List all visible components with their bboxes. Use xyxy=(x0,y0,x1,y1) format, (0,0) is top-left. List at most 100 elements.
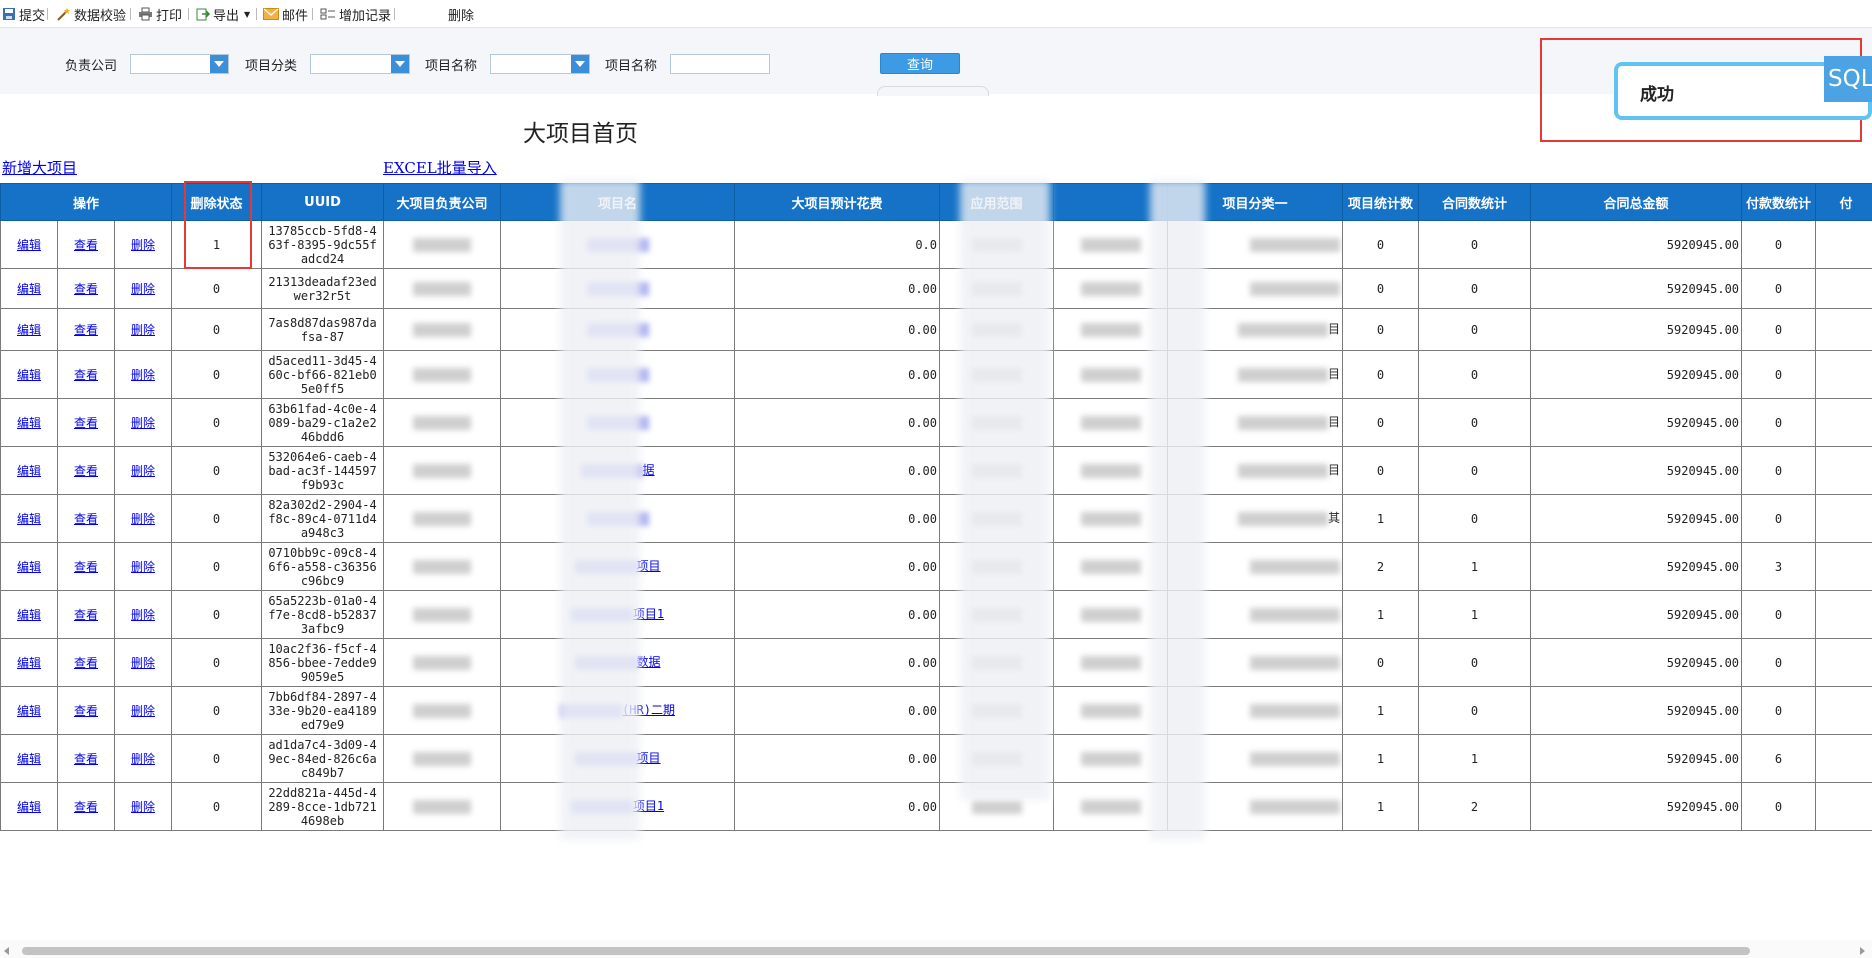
horizontal-scrollbar[interactable] xyxy=(0,940,1872,958)
redacted-text xyxy=(1250,559,1341,574)
delete-link[interactable]: 删除 xyxy=(131,282,155,296)
payment-count-cell: 0 xyxy=(1741,638,1817,687)
company-cell xyxy=(383,590,502,639)
delete-link[interactable]: 删除 xyxy=(131,656,155,670)
company-cell xyxy=(383,542,502,591)
sql-badge[interactable]: SQL xyxy=(1824,56,1872,102)
edit-link[interactable]: 编辑 xyxy=(17,752,41,766)
edit-link[interactable]: 编辑 xyxy=(17,238,41,252)
scroll-right-icon[interactable] xyxy=(1860,947,1865,955)
view-link[interactable]: 查看 xyxy=(74,368,98,382)
edit-link[interactable]: 编辑 xyxy=(17,608,41,622)
view-link[interactable]: 查看 xyxy=(74,656,98,670)
edit-link[interactable]: 编辑 xyxy=(17,323,41,337)
excel-import-link[interactable]: EXCEL批量导入 xyxy=(383,157,497,178)
redacted-text xyxy=(1080,281,1141,296)
col-company[interactable]: 大项目负责公司 xyxy=(383,183,502,221)
view-link[interactable]: 查看 xyxy=(74,464,98,478)
delete-link[interactable]: 删除 xyxy=(131,800,155,814)
company-cell xyxy=(383,782,502,831)
view-link[interactable]: 查看 xyxy=(74,238,98,252)
save-icon xyxy=(3,8,15,20)
col-estimated-cost[interactable]: 大项目预计花费 xyxy=(734,183,941,221)
project-name-tail: 数据 xyxy=(636,655,661,670)
delete-link[interactable]: 删除 xyxy=(131,608,155,622)
estimated-cost-cell: 0.00 xyxy=(734,638,941,687)
delete-button[interactable]: 删除 xyxy=(448,5,474,24)
edit-link[interactable]: 编辑 xyxy=(17,368,41,382)
edit-link[interactable]: 编辑 xyxy=(17,704,41,718)
delete-link[interactable]: 删除 xyxy=(131,416,155,430)
add-record-button[interactable]: 增加记录 xyxy=(320,5,391,24)
payment-count-cell: 0 xyxy=(1741,398,1817,447)
edit-link[interactable]: 编辑 xyxy=(17,512,41,526)
col-actions[interactable]: 操作 xyxy=(0,183,173,221)
edit-link[interactable]: 编辑 xyxy=(17,416,41,430)
delete-link[interactable]: 删除 xyxy=(131,704,155,718)
edit-cell: 编辑 xyxy=(0,398,58,447)
view-link[interactable]: 查看 xyxy=(74,800,98,814)
chevron-down-icon[interactable] xyxy=(391,55,409,73)
edit-link[interactable]: 编辑 xyxy=(17,800,41,814)
view-cell: 查看 xyxy=(57,446,115,495)
print-button[interactable]: 打印 xyxy=(138,5,182,24)
blur-overlay xyxy=(560,180,640,840)
view-link[interactable]: 查看 xyxy=(74,416,98,430)
project-name-tail: 项目 xyxy=(636,751,661,766)
estimated-cost-cell: 0.00 xyxy=(734,308,941,351)
company-select[interactable] xyxy=(130,54,229,74)
view-link[interactable]: 查看 xyxy=(74,608,98,622)
col-contract-amount[interactable]: 合同总金额 xyxy=(1530,183,1743,221)
view-link[interactable]: 查看 xyxy=(74,560,98,574)
scrollbar-thumb[interactable] xyxy=(22,947,1750,955)
edit-link[interactable]: 编辑 xyxy=(17,464,41,478)
col-project-count[interactable]: 项目统计数 xyxy=(1342,183,1420,221)
col-payment-count[interactable]: 付款数统计 xyxy=(1741,183,1817,221)
add-project-link[interactable]: 新增大项目 xyxy=(2,157,77,178)
edit-link[interactable]: 编辑 xyxy=(17,656,41,670)
submit-button[interactable]: 提交 xyxy=(2,5,45,24)
delete-cell: 删除 xyxy=(113,494,173,543)
category-select[interactable] xyxy=(310,54,410,74)
delete-link[interactable]: 删除 xyxy=(131,560,155,574)
query-button[interactable]: 查询 xyxy=(880,53,960,74)
redacted-text xyxy=(413,322,472,337)
delete-status-cell: 0 xyxy=(171,542,263,591)
chevron-down-icon[interactable] xyxy=(210,55,228,73)
export-button[interactable]: 导出 ▼ xyxy=(196,5,250,24)
view-cell: 查看 xyxy=(57,686,115,735)
delete-status-cell: 0 xyxy=(171,398,263,447)
contract-amount-cell: 5920945.00 xyxy=(1530,638,1743,687)
col-payment-partial[interactable]: 付 xyxy=(1815,183,1872,221)
col-uuid[interactable]: UUID xyxy=(261,183,385,221)
mail-button[interactable]: 邮件 xyxy=(263,5,308,24)
estimated-cost-cell: 0.00 xyxy=(734,350,941,399)
delete-link[interactable]: 删除 xyxy=(131,238,155,252)
project-count-cell: 0 xyxy=(1342,220,1420,269)
edit-link[interactable]: 编辑 xyxy=(17,560,41,574)
chevron-down-icon[interactable] xyxy=(571,55,589,73)
project-name-input[interactable] xyxy=(670,54,770,74)
delete-link[interactable]: 删除 xyxy=(131,368,155,382)
view-link[interactable]: 查看 xyxy=(74,323,98,337)
blur-overlay xyxy=(960,180,1050,800)
collapse-handle[interactable] xyxy=(877,86,989,96)
payment-count-cell: 0 xyxy=(1741,350,1817,399)
redacted-text xyxy=(1080,415,1141,430)
scroll-left-icon[interactable] xyxy=(4,947,9,955)
edit-cell: 编辑 xyxy=(0,734,58,783)
delete-link[interactable]: 删除 xyxy=(131,752,155,766)
delete-link[interactable]: 删除 xyxy=(131,512,155,526)
validate-button[interactable]: 数据校验 xyxy=(56,5,126,24)
col-contract-count[interactable]: 合同数统计 xyxy=(1418,183,1532,221)
project-name-select[interactable] xyxy=(490,54,590,74)
delete-link[interactable]: 删除 xyxy=(131,464,155,478)
view-link[interactable]: 查看 xyxy=(74,512,98,526)
view-link[interactable]: 查看 xyxy=(74,704,98,718)
project-name-label-2: 项目名称 xyxy=(605,59,658,74)
view-link[interactable]: 查看 xyxy=(74,752,98,766)
wand-icon xyxy=(57,8,70,21)
edit-link[interactable]: 编辑 xyxy=(17,282,41,296)
delete-link[interactable]: 删除 xyxy=(131,323,155,337)
view-link[interactable]: 查看 xyxy=(74,282,98,296)
